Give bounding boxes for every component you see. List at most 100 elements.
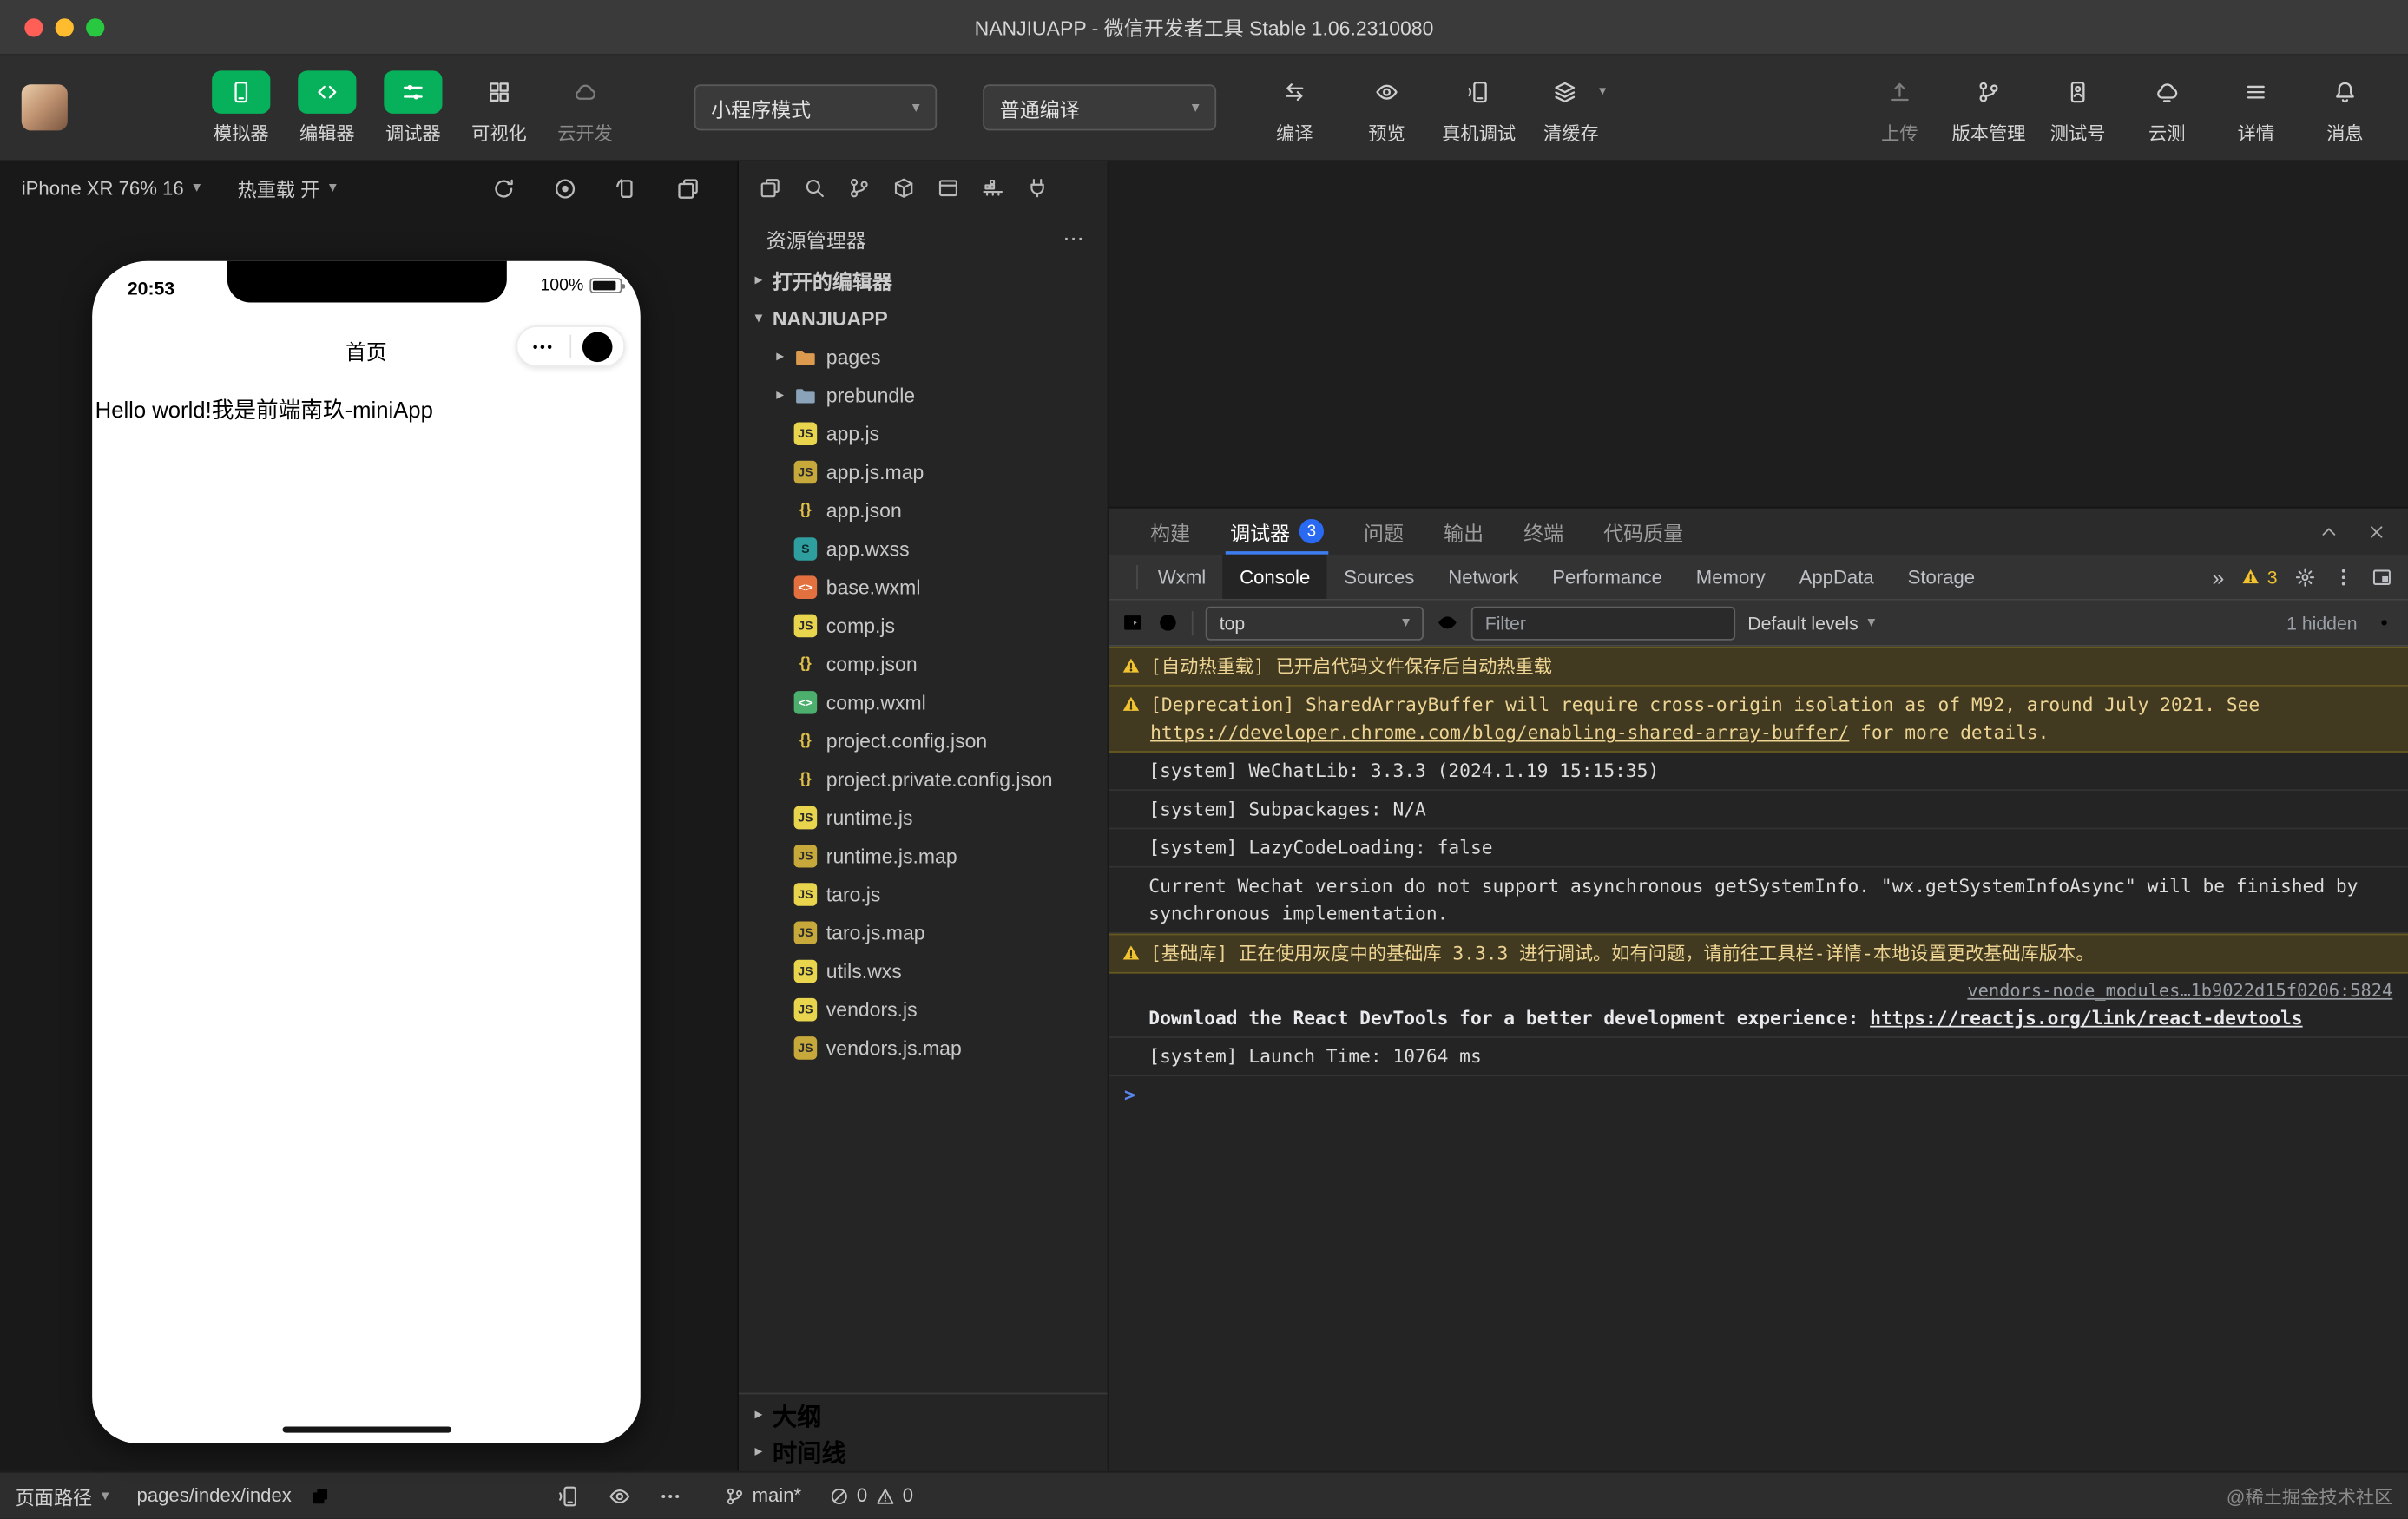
toolbar-button-details[interactable]: 详情 xyxy=(2214,69,2298,145)
files-icon[interactable] xyxy=(759,176,782,200)
plug-icon[interactable] xyxy=(1026,176,1049,200)
copy-icon[interactable] xyxy=(310,1486,330,1506)
tree-item-taro.js[interactable]: JS taro.js xyxy=(739,875,1108,913)
tree-item-pages[interactable]: ▸ pages xyxy=(739,338,1108,376)
open-editors-section[interactable]: ▸ 打开的编辑器 xyxy=(739,261,1108,299)
console-source-link[interactable]: vendors-node_modules…1b9022d15f0206:5824 xyxy=(1148,978,2392,1005)
tree-item-app.json[interactable]: {} app.json xyxy=(739,491,1108,529)
toolbar-button-version-manage[interactable]: 版本管理 xyxy=(1947,69,2030,145)
toolbar-button-clear-cache[interactable]: ▾ 清缓存 xyxy=(1530,69,1613,145)
more-actions-icon[interactable]: ⋯ xyxy=(1063,225,1086,251)
explorer-footer-item-时间线[interactable]: ▸ 时间线 xyxy=(739,1433,1108,1470)
toolbar-button-cloud-dev[interactable]: 云开发 xyxy=(543,69,627,145)
tree-item-utils.wxs[interactable]: JS utils.wxs xyxy=(739,952,1108,990)
tree-item-project.private.config.json[interactable]: {} project.private.config.json xyxy=(739,760,1108,799)
zoom-window-button[interactable] xyxy=(86,17,105,36)
panel-tab-build[interactable]: 构建 xyxy=(1130,509,1210,555)
tree-item-comp.json[interactable]: {} comp.json xyxy=(739,645,1108,683)
branch-icon[interactable] xyxy=(848,176,872,200)
tree-item-app.wxss[interactable]: Sapp.wxss xyxy=(739,529,1108,568)
mode-select[interactable]: 小程序模式 ▾ xyxy=(694,84,938,131)
toolbar-button-messages[interactable]: 消息 xyxy=(2304,69,2387,145)
console-prompt[interactable]: > xyxy=(1109,1077,2408,1114)
toolbar-button-upload[interactable]: 上传 xyxy=(1859,69,1942,145)
preview-icon[interactable] xyxy=(608,1484,631,1508)
tree-item-runtime.js[interactable]: JS runtime.js xyxy=(739,799,1108,837)
console-sidebar-toggle[interactable] xyxy=(1121,611,1144,635)
console-settings-button[interactable] xyxy=(2372,611,2396,635)
close-window-button[interactable] xyxy=(24,17,43,36)
tree-item-runtime.js.map[interactable]: JS runtime.js.map xyxy=(739,837,1108,875)
devtools-tab-storage[interactable]: Storage xyxy=(1891,555,1991,599)
project-section[interactable]: ▾ NANJIUAPP xyxy=(739,299,1108,338)
panel-expand-button[interactable] xyxy=(2319,522,2339,542)
toolbar-button-debugger[interactable]: 调试器 xyxy=(372,69,455,145)
tree-item-vendors.js.map[interactable]: JS vendors.js.map xyxy=(739,1029,1108,1067)
devtools-tab-console[interactable]: Console xyxy=(1222,554,1327,599)
avatar[interactable] xyxy=(21,84,68,131)
git-branch-indicator[interactable]: main* xyxy=(725,1485,801,1507)
devtools-tab-sources[interactable]: Sources xyxy=(1327,555,1431,599)
toolbar-button-visualize[interactable]: 可视化 xyxy=(457,69,541,145)
clear-console-button[interactable] xyxy=(1156,611,1180,635)
devtools-tab-appdata[interactable]: AppData xyxy=(1782,555,1891,599)
ellipsis-icon[interactable] xyxy=(659,1484,682,1508)
toolbar-button-test-account[interactable]: 测试号 xyxy=(2036,69,2120,145)
compile-mode-select[interactable]: 普通编译 ▾ xyxy=(983,84,1217,131)
toolbar-button-device-debug[interactable]: 真机调试 xyxy=(1438,69,1521,145)
tree-item-taro.js.map[interactable]: JS taro.js.map xyxy=(739,914,1108,952)
panel-tab-terminal[interactable]: 终端 xyxy=(1503,509,1583,555)
screenshot-icon[interactable] xyxy=(675,176,700,201)
tree-item-comp.wxml[interactable]: <> comp.wxml xyxy=(739,683,1108,721)
tabs-overflow-button[interactable]: » xyxy=(2212,564,2224,589)
panel-tab-problems[interactable]: 问题 xyxy=(1344,509,1424,555)
console-link[interactable]: https://reactjs.org/link/react-devtools xyxy=(1870,1008,2302,1029)
tree-item-app.js.map[interactable]: JS app.js.map xyxy=(739,453,1108,491)
tree-item-project.config.json[interactable]: {} project.config.json xyxy=(739,721,1108,760)
tree-item-base.wxml[interactable]: <> base.wxml xyxy=(739,569,1108,607)
tree-item-comp.js[interactable]: JS comp.js xyxy=(739,607,1108,645)
console-warning-count[interactable]: 3 xyxy=(2241,566,2278,588)
record-icon[interactable] xyxy=(553,176,577,201)
live-expression-button[interactable] xyxy=(1436,611,1459,635)
panel-tab-code-quality[interactable]: 代码质量 xyxy=(1583,509,1703,555)
container-icon[interactable] xyxy=(981,176,1004,200)
tree-item-prebundle[interactable]: ▸ prebundle xyxy=(739,376,1108,414)
device-select[interactable]: iPhone XR 76% 16 ▾ xyxy=(22,177,201,199)
window-icon[interactable] xyxy=(937,176,960,200)
toolbar-button-compile[interactable]: 编译 xyxy=(1253,69,1337,145)
devtools-tab-memory[interactable]: Memory xyxy=(1679,555,1782,599)
tree-item-app.js[interactable]: JS app.js xyxy=(739,415,1108,453)
toolbar-button-cloud-test[interactable]: 云测 xyxy=(2125,69,2208,145)
capsule-menu[interactable]: ••• xyxy=(516,326,626,367)
panel-tab-debugger[interactable]: 调试器 3 xyxy=(1210,509,1344,555)
devtools-tab-wxml[interactable]: Wxml xyxy=(1141,555,1222,599)
search-icon[interactable] xyxy=(803,176,826,200)
hot-reload-toggle[interactable]: 热重载 开 ▾ xyxy=(238,174,337,203)
package-icon[interactable] xyxy=(892,176,916,200)
rotate-icon[interactable] xyxy=(615,176,639,201)
console-context-select[interactable]: top ▾ xyxy=(1205,605,1424,640)
devtools-tab-performance[interactable]: Performance xyxy=(1536,555,1680,599)
page-path-dropdown[interactable]: 页面路径 ▾ xyxy=(16,1481,109,1510)
devtools-tab-network[interactable]: Network xyxy=(1431,555,1536,599)
toolbar-button-preview[interactable]: 预览 xyxy=(1345,69,1429,145)
panel-tab-output[interactable]: 输出 xyxy=(1424,509,1503,555)
minimize-window-button[interactable] xyxy=(55,17,74,36)
tree-item-vendors.js[interactable]: JS vendors.js xyxy=(739,990,1108,1029)
capsule-more-icon[interactable]: ••• xyxy=(517,339,569,354)
console-link[interactable]: https://developer.chrome.com/blog/enabli… xyxy=(1150,721,1849,743)
device-debug-icon[interactable] xyxy=(557,1484,581,1508)
capsule-close-icon[interactable] xyxy=(571,320,623,372)
console-levels-select[interactable]: Default levels ▾ xyxy=(1747,612,1875,634)
refresh-icon[interactable] xyxy=(491,176,516,201)
devtools-settings-button[interactable] xyxy=(2294,566,2316,588)
devtools-menu-button[interactable] xyxy=(2332,566,2354,588)
explorer-footer-item-大纲[interactable]: ▸ 大纲 xyxy=(739,1396,1108,1432)
console-filter-input[interactable] xyxy=(1470,605,1736,640)
toolbar-button-editor[interactable]: 编辑器 xyxy=(286,69,369,145)
dock-side-button[interactable] xyxy=(2372,566,2393,588)
toolbar-button-simulator[interactable]: 模拟器 xyxy=(200,69,283,145)
problems-indicator[interactable]: 0 0 xyxy=(829,1485,913,1507)
panel-close-button[interactable] xyxy=(2366,522,2386,542)
